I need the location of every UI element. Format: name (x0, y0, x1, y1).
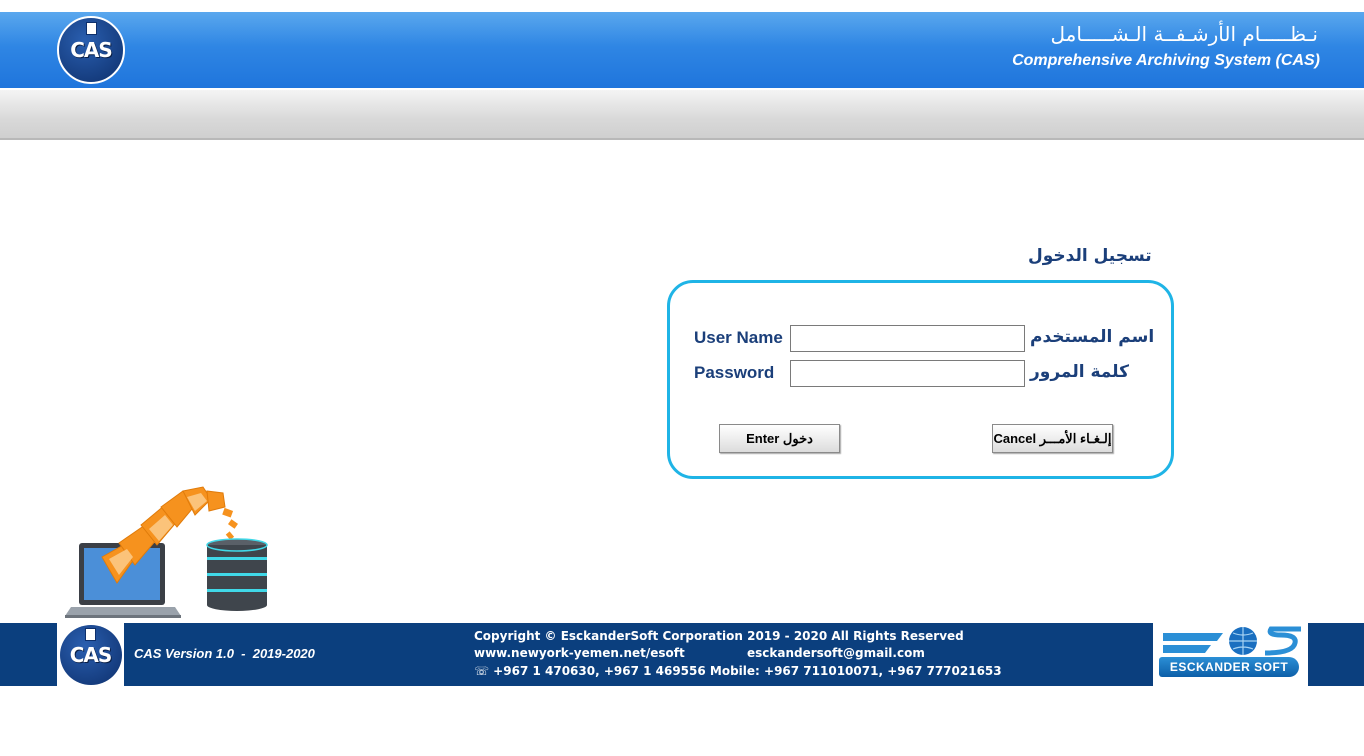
header-banner: CAS نـظـــــام الأرشـفــة الـشـــــامل C… (0, 12, 1364, 88)
cas-logo-icon: CAS (59, 624, 122, 685)
footer-logo-text: CAS (69, 642, 113, 667)
login-title: تسجيل الدخول (1028, 246, 1152, 266)
footer-bar: CAS CAS Version 1.0 - 2019-2020 Copyrigh… (0, 623, 1364, 686)
footer-copyright: Copyright © EsckanderSoft Corporation 20… (474, 629, 964, 643)
document-icon (86, 22, 97, 35)
esckander-soft-logo-icon: ESCKANDER SOFT (1153, 623, 1308, 686)
header-logo-text: CAS (70, 38, 113, 62)
footer-phone: ☏ +967 1 470630, +967 1 469556 Mobile: +… (474, 664, 1002, 678)
toolbar-bar (0, 90, 1364, 140)
password-label-ar: كلمة المرور (1030, 362, 1129, 382)
app-title-arabic: نـظـــــام الأرشـفــة الـشـــــامل (1050, 22, 1318, 46)
login-panel: User Name اسم المستخدم Password كلمة الم… (667, 280, 1174, 479)
laptop-folders-database-icon (65, 486, 268, 618)
password-input[interactable] (790, 360, 1025, 387)
document-icon (84, 627, 96, 641)
cancel-button[interactable]: Cancel إلـغـاء الأمـــر (992, 424, 1113, 453)
app-title-english: Comprehensive Archiving System (CAS) (1012, 52, 1320, 69)
password-label-en: Password (694, 363, 775, 382)
footer-website[interactable]: www.newyork-yemen.net/esoft (474, 646, 685, 660)
esckander-soft-label: ESCKANDER SOFT (1159, 657, 1299, 677)
footer-version: CAS Version 1.0 - 2019-2020 (134, 646, 315, 661)
username-input[interactable] (790, 325, 1025, 352)
username-label-ar: اسم المستخدم (1030, 327, 1155, 347)
username-label-en: User Name (694, 328, 783, 347)
enter-button[interactable]: Enter دخول (719, 424, 840, 453)
footer-email[interactable]: esckandersoft@gmail.com (747, 646, 925, 660)
footer-logo: CAS (57, 623, 124, 686)
cas-logo-icon: CAS (57, 16, 125, 84)
esckander-soft-globe-icon (1163, 626, 1301, 656)
